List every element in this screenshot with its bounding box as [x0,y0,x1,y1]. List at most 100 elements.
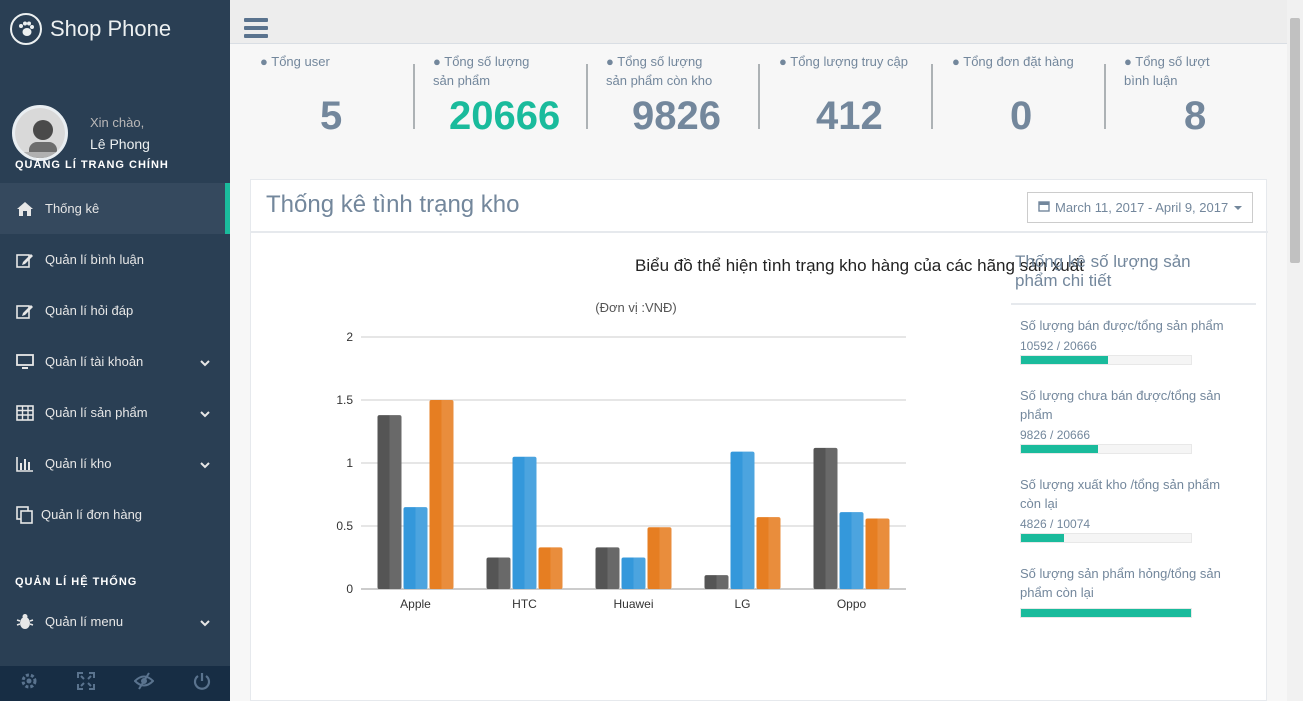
progress-fill [1021,534,1064,542]
table-icon [15,404,35,422]
bar-chart-icon [15,455,35,473]
bar-highlight [441,400,454,589]
paw-icon [10,12,42,45]
panel-divider [251,231,1268,233]
stat-label: Tổng số lượt [1135,54,1210,69]
sidebar-item-label: Quản lí hỏi đáp [45,303,134,318]
side-stat-unsold: Số lượng chưa bán được/tổng sản phẩm 982… [1020,386,1235,454]
stat-value: 20666 [449,94,561,138]
sidebar-footer [0,666,230,701]
sidebar-item-label: Quản lí bình luận [45,252,145,267]
progress-bar [1020,533,1192,543]
stat-divider [413,64,415,129]
bar-highlight [498,557,511,589]
app-title: Shop Phone [50,15,172,41]
power-icon[interactable] [193,672,211,695]
progress-fill [1021,445,1098,453]
sidebar-item-label: Thống kê [45,201,100,216]
side-stat-damaged: Số lượng sản phẩm hỏng/tổng sản phẩm còn… [1020,564,1235,618]
bar-highlight [716,575,729,589]
sidebar-item-hoi-dap[interactable]: Quản lí hỏi đáp [0,285,230,336]
sidebar-item-san-pham[interactable]: Quản lí sản phẩm [0,387,230,438]
eye-slash-icon[interactable] [133,672,154,695]
copy-icon [15,505,35,524]
stat-label: Tổng user [271,54,330,69]
calendar-icon [1038,200,1050,215]
panel-title: Thống kê tình trạng kho [266,191,520,218]
side-stat-exported: Số lượng xuất kho /tổng sản phẩm còn lại… [1020,475,1235,543]
progress-bar [1020,355,1192,365]
bar-highlight [825,447,838,589]
bar-chart: 0 0.5 1 1.5 2 Apple HTC Huawei LG Oppo [336,330,906,611]
stat-value: 8 [1184,94,1207,138]
bar-highlight [550,547,563,589]
chevron-down-icon [200,457,210,472]
caret-down-icon [1234,205,1243,210]
progress-fill [1021,609,1191,617]
bar-highlight [851,512,864,589]
page-scrollbar[interactable] [1287,0,1303,701]
x-tick-label: HTC [512,597,537,611]
stat-label: Tổng đơn đặt hàng [963,54,1074,69]
x-tick-label: Apple [400,597,431,611]
stat-divider [586,64,588,129]
scrollbar-thumb[interactable] [1290,18,1300,263]
x-tick-label: LG [734,597,750,611]
stat-value: 412 [816,94,883,138]
stat-total-visits: ● Tổng lượng truy cập 412 [779,52,929,138]
chart-subtitle: (Đơn vị :VNĐ) [595,300,677,315]
x-tick-label: Oppo [837,597,867,611]
sidebar-item-thong-ke[interactable]: Thống kê [0,183,230,234]
edit-icon [15,251,35,269]
date-range-text: March 11, 2017 - April 9, 2017 [1055,200,1229,215]
sidebar-item-label: Quản lí kho [45,456,112,471]
section-system-title: QUẢN LÍ HỆ THỐNG [15,576,138,588]
sidebar-item-binh-luan[interactable]: Quản lí bình luận [0,234,230,285]
chevron-down-icon [200,615,210,630]
side-stat-label: Số lượng bán được/tổng sản phẩm [1020,318,1224,333]
side-divider [1011,303,1256,305]
avatar[interactable] [12,105,68,161]
bar-highlight [524,456,537,589]
sidebar-item-don-hang[interactable]: Quản lí đơn hàng [0,489,230,540]
progress-bar [1020,608,1192,618]
user-icon: ● [260,54,268,69]
sidebar-item-menu[interactable]: Quản lí menu [0,596,230,647]
brand[interactable]: Shop Phone [0,0,230,57]
stat-value: 5 [320,94,343,138]
bar-highlight [768,517,781,589]
user-icon: ● [952,54,960,69]
side-stat-label: Số lượng chưa bán được/tổng sản phẩm [1020,388,1221,422]
bar-highlight [742,451,755,589]
y-tick-label: 1.5 [336,393,353,407]
sidebar-item-label: Quản lí menu [45,614,124,629]
stat-label: bình luận [1124,73,1178,88]
stat-label: Tổng lượng truy cập [790,54,908,69]
user-icon: ● [606,54,614,69]
stat-divider [931,64,933,129]
stat-total-products: ● Tổng số lượng sản phẩm 20666 [433,52,583,138]
menu-toggle-icon[interactable] [244,18,268,42]
settings-icon[interactable] [20,672,38,695]
side-stats-title: Thống kê số lượng sản phẩm chi tiết [1015,252,1191,290]
stat-label: Tổng số lượng [617,54,703,69]
fullscreen-icon[interactable] [76,672,95,695]
side-stat-value: 9826 / 20666 [1020,428,1091,442]
bar-highlight [633,557,646,589]
chevron-down-icon [200,355,210,370]
progress-fill [1021,356,1108,364]
y-tick-label: 2 [346,330,353,344]
bar-highlight [415,507,428,589]
sidebar-item-label: Quản lí tài khoản [45,354,144,369]
stat-value: 0 [1010,94,1033,138]
y-tick-label: 0 [346,582,353,596]
user-icon: ● [433,54,441,69]
sidebar-item-label: Quản lí đơn hàng [41,507,143,522]
bar-highlight [389,415,402,589]
inventory-panel: Thống kê tình trạng kho March 11, 2017 -… [250,179,1268,701]
sidebar-item-kho[interactable]: Quản lí kho [0,438,230,489]
bar-highlight [659,527,672,589]
user-icon: ● [779,54,787,69]
sidebar-item-tai-khoan[interactable]: Quản lí tài khoản [0,336,230,387]
date-range-picker[interactable]: March 11, 2017 - April 9, 2017 [1027,192,1253,223]
